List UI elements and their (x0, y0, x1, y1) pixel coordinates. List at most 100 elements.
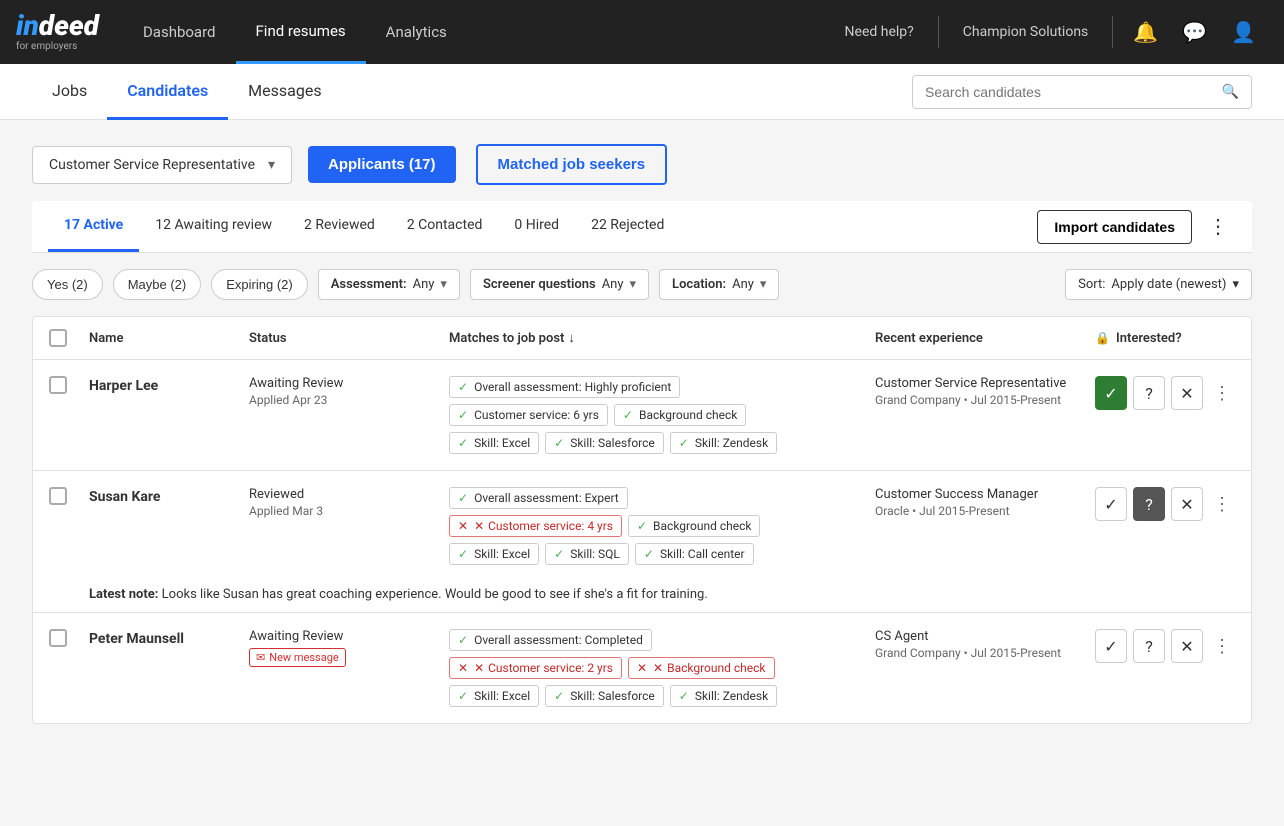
sort-arrow: ▾ (1232, 277, 1239, 292)
chat-icon[interactable]: 💬 (1170, 0, 1219, 64)
top-navigation: indeed for employers Dashboard Find resu… (0, 0, 1284, 64)
status-tab-active[interactable]: 17 Active (48, 201, 139, 252)
sort-select[interactable]: Sort: Apply date (newest) ▾ (1065, 269, 1252, 300)
candidate-status-1: Awaiting Review Applied Apr 23 (249, 376, 449, 407)
filter-location-value: Any (732, 277, 754, 292)
matched-seekers-tab-btn[interactable]: Matched job seekers (476, 144, 668, 185)
candidate-experience-1: Customer Service Representative Grand Co… (875, 376, 1095, 407)
tab-jobs[interactable]: Jobs (32, 64, 107, 120)
nav-divider-2 (1112, 16, 1113, 48)
filter-maybe[interactable]: Maybe (2) (113, 269, 202, 300)
tag-excel-2: Skill: Excel (449, 543, 539, 565)
filter-screener-label: Screener questions (483, 277, 596, 292)
tag-zendesk-3: Skill: Zendesk (670, 685, 777, 707)
logo-indeed: indeed (16, 12, 99, 40)
interest-yes-btn-2[interactable]: ✓ (1095, 487, 1127, 521)
tag-salesforce-3: Skill: Salesforce (545, 685, 664, 707)
search-input[interactable] (913, 76, 1210, 108)
filter-assessment-arrow: ▾ (440, 277, 447, 292)
interest-no-btn-3[interactable]: ✕ (1171, 629, 1203, 663)
interest-yes-btn-1[interactable]: ✓ (1095, 376, 1127, 410)
tag-sql-2: Skill: SQL (545, 543, 629, 565)
job-selector-arrow: ▾ (268, 157, 275, 173)
select-all-checkbox[interactable] (49, 329, 67, 347)
status-tab-reviewed[interactable]: 2 Reviewed (288, 201, 391, 252)
new-message-badge[interactable]: ✉ New message (249, 648, 346, 667)
top-controls: Customer Service Representative ▾ Applic… (32, 144, 1252, 185)
interest-yes-btn-3[interactable]: ✓ (1095, 629, 1127, 663)
candidate-name-2[interactable]: Susan Kare (89, 487, 249, 505)
nav-dashboard[interactable]: Dashboard (123, 0, 236, 64)
interest-maybe-btn-3[interactable]: ? (1133, 629, 1165, 663)
filter-yes[interactable]: Yes (2) (32, 269, 103, 300)
nav-divider-1 (938, 16, 939, 48)
tab-messages[interactable]: Messages (228, 64, 341, 120)
table-header: Name Status Matches to job post ↓ Recent… (33, 317, 1251, 360)
filter-expiring[interactable]: Expiring (2) (211, 269, 307, 300)
company-name[interactable]: Champion Solutions (947, 24, 1105, 40)
status-tab-contacted[interactable]: 2 Contacted (391, 201, 499, 252)
th-status: Status (249, 331, 449, 346)
filter-location[interactable]: Location: Any ▾ (659, 269, 779, 300)
lock-icon: 🔒 (1095, 331, 1110, 345)
nav-right: Need help? Champion Solutions 🔔 💬 👤 (829, 0, 1268, 64)
candidate-status-3: Awaiting Review ✉ New message (249, 629, 449, 667)
sort-arrow-icon: ↓ (568, 330, 575, 346)
row-checkbox-2[interactable] (49, 487, 67, 505)
import-candidates-button[interactable]: Import candidates (1037, 210, 1192, 244)
status-tab-rejected[interactable]: 22 Rejected (575, 201, 680, 252)
tag-callcenter-2: Skill: Call center (635, 543, 754, 565)
status-tab-awaiting[interactable]: 12 Awaiting review (139, 201, 288, 252)
table-row: Peter Maunsell Awaiting Review ✉ New mes… (33, 613, 1251, 723)
search-bar[interactable]: 🔍 (912, 75, 1252, 109)
nav-links: Dashboard Find resumes Analytics (123, 0, 829, 64)
more-options-button[interactable]: ⋮ (1200, 210, 1236, 243)
interest-maybe-btn-1[interactable]: ? (1133, 376, 1165, 410)
candidate-name-3[interactable]: Peter Maunsell (89, 629, 249, 647)
candidate-name-1[interactable]: Harper Lee (89, 376, 249, 394)
status-tabs: 17 Active 12 Awaiting review 2 Reviewed … (48, 201, 680, 252)
filter-location-label: Location: (672, 277, 726, 292)
filter-assessment[interactable]: Assessment: Any ▾ (318, 269, 460, 300)
tag-background: Background check (614, 404, 746, 426)
interest-maybe-btn-2[interactable]: ? (1133, 487, 1165, 521)
row-more-btn-2[interactable]: ⋮ (1209, 490, 1235, 519)
status-row: 17 Active 12 Awaiting review 2 Reviewed … (32, 201, 1252, 253)
user-icon[interactable]: 👤 (1219, 0, 1268, 64)
tag-excel-3: Skill: Excel (449, 685, 539, 707)
status-tab-hired[interactable]: 0 Hired (498, 201, 575, 252)
tab-candidates[interactable]: Candidates (107, 64, 228, 120)
th-experience: Recent experience (875, 331, 1095, 346)
row-more-btn-1[interactable]: ⋮ (1209, 379, 1235, 408)
help-link[interactable]: Need help? (829, 24, 930, 40)
candidate-tags-2: Overall assessment: Expert ✕ Customer se… (449, 487, 875, 565)
filter-location-arrow: ▾ (760, 277, 767, 292)
interest-no-btn-2[interactable]: ✕ (1171, 487, 1203, 521)
applicants-tab-btn[interactable]: Applicants (17) (308, 146, 456, 183)
sort-value: Apply date (newest) (1111, 277, 1226, 292)
nav-analytics[interactable]: Analytics (366, 0, 467, 64)
tag-excel: Skill: Excel (449, 432, 539, 454)
search-icon[interactable]: 🔍 (1210, 76, 1251, 108)
tag-assessment-2: Overall assessment: Expert (449, 487, 628, 509)
candidate-interest-2: ✓ ? ✕ ⋮ (1095, 487, 1235, 521)
tag-assessment-3: Overall assessment: Completed (449, 629, 652, 651)
candidate-note-2: Latest note: Looks like Susan has great … (33, 581, 1251, 612)
job-selector[interactable]: Customer Service Representative ▾ (32, 146, 292, 184)
sec-tabs: Jobs Candidates Messages (32, 64, 342, 120)
filter-assessment-label: Assessment: (331, 277, 407, 292)
status-row-right: Import candidates ⋮ (1037, 210, 1236, 244)
filter-row: Yes (2) Maybe (2) Expiring (2) Assessmen… (32, 269, 1252, 300)
tag-assessment: Overall assessment: Highly proficient (449, 376, 680, 398)
row-more-btn-3[interactable]: ⋮ (1209, 632, 1235, 661)
tag-salesforce: Skill: Salesforce (545, 432, 664, 454)
row-checkbox-1[interactable] (49, 376, 67, 394)
row-checkbox-3[interactable] (49, 629, 67, 647)
interest-no-btn-1[interactable]: ✕ (1171, 376, 1203, 410)
th-matches[interactable]: Matches to job post ↓ (449, 330, 875, 346)
nav-find-resumes[interactable]: Find resumes (236, 0, 366, 64)
tag-background-3: ✕ Background check (628, 657, 775, 679)
bell-icon[interactable]: 🔔 (1121, 0, 1170, 64)
filter-screener[interactable]: Screener questions Any ▾ (470, 269, 649, 300)
filter-screener-value: Any (602, 277, 624, 292)
